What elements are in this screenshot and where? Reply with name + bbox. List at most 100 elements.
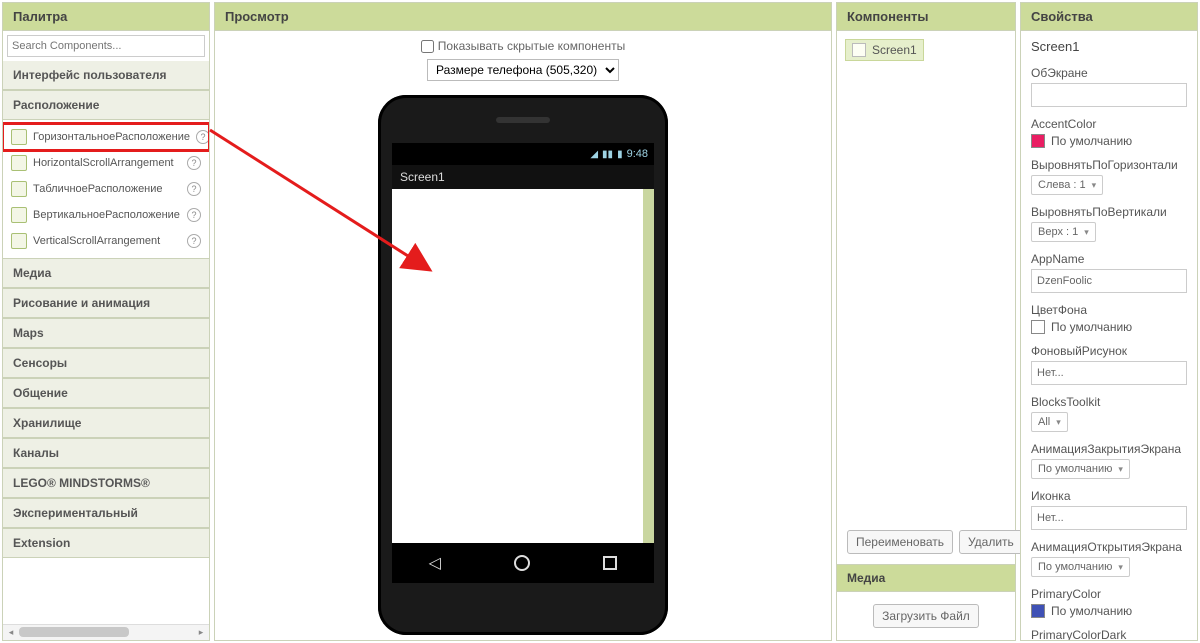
prop-openanim-select[interactable]: По умолчанию [1031,557,1130,577]
prop-bgcolor-value: По умолчанию [1051,320,1132,334]
component-label: Screen1 [872,43,917,57]
show-hidden-label: Показывать скрытые компоненты [438,39,625,53]
design-canvas[interactable] [392,189,654,543]
palette-section-extension[interactable]: Extension [3,528,209,558]
palette-section-channels[interactable]: Каналы [3,438,209,468]
prop-accent-value: По умолчанию [1051,134,1132,148]
prop-appname-input[interactable] [1031,269,1187,293]
prop-icon-input[interactable] [1031,506,1187,530]
prop-accent-picker[interactable]: По умолчанию [1031,134,1187,148]
prop-bgimage-input[interactable] [1031,361,1187,385]
selected-component: Screen1 [1021,31,1197,58]
palette-item-vertical-arrangement[interactable]: ВертикальноеРасположение ? [3,202,209,228]
phone-frame: ◢ ▮▮ ▮ 9:48 Screen1 ◁ [378,95,668,635]
show-hidden-checkbox[interactable]: Показывать скрытые компоненты [421,39,625,53]
prop-primary-value: По умолчанию [1051,604,1132,618]
palette-layout-items: ГоризонтальноеРасположение ? HorizontalS… [3,120,209,258]
status-time: 9:48 [627,148,648,160]
palette-section-lego[interactable]: LEGO® MINDSTORMS® [3,468,209,498]
properties-body: ОбЭкране AccentColor По умолчанию Выровн… [1021,58,1197,640]
prop-alignv-label: ВыровнятьПоВертикали [1031,205,1187,219]
color-swatch-icon [1031,604,1045,618]
properties-panel: Свойства Screen1 ОбЭкране AccentColor По… [1020,2,1198,641]
palette-section-social[interactable]: Общение [3,378,209,408]
help-icon[interactable]: ? [187,208,201,222]
prop-primary-picker[interactable]: По умолчанию [1031,604,1187,618]
palette-item-label: HorizontalScrollArrangement [33,157,181,169]
viewer-controls: Показывать скрытые компоненты Размере те… [215,31,831,95]
rename-button[interactable]: Переименовать [847,530,953,554]
android-navbar: ◁ [392,543,654,583]
wifi-icon: ◢ [590,149,598,160]
prop-closeanim-select[interactable]: По умолчанию [1031,459,1130,479]
palette-item-table-arrangement[interactable]: ТабличноеРасположение ? [3,176,209,202]
palette-section-layout[interactable]: Расположение [3,90,209,120]
scroll-right-icon[interactable]: ▸ [194,625,208,639]
components-title: Компоненты [837,3,1015,31]
prop-blocks-value: All [1038,416,1050,428]
color-swatch-icon [1031,134,1045,148]
prop-closeanim-value: По умолчанию [1038,463,1112,475]
palette-item-horizontal-scroll[interactable]: HorizontalScrollArrangement ? [3,150,209,176]
layout-icon [11,233,27,249]
components-panel: Компоненты Screen1 Переименовать Удалить… [836,2,1016,641]
prop-about-input[interactable] [1031,83,1187,107]
prop-openanim-value: По умолчанию [1038,561,1112,573]
prop-icon-label: Иконка [1031,489,1187,503]
back-icon[interactable]: ◁ [429,553,441,573]
prop-alignh-label: ВыровнятьПоГоризонтали [1031,158,1187,172]
viewer-title: Просмотр [215,3,831,31]
properties-title: Свойства [1021,3,1197,31]
help-icon[interactable]: ? [187,156,201,170]
layout-icon [11,129,27,145]
palette-section-storage[interactable]: Хранилище [3,408,209,438]
prop-alignh-select[interactable]: Слева : 1 [1031,175,1103,195]
upload-file-button[interactable]: Загрузить Файл [873,604,979,628]
component-buttons: Переименовать Удалить [837,520,1015,564]
viewer-panel: Просмотр Показывать скрытые компоненты Р… [214,2,832,641]
show-hidden-input[interactable] [421,40,434,53]
palette-item-vertical-scroll[interactable]: VerticalScrollArrangement ? [3,228,209,254]
signal-icon: ▮▮ [602,149,613,160]
layout-icon [11,155,27,171]
component-tree: Screen1 [837,31,1015,520]
phone-speaker [496,117,550,123]
help-icon[interactable]: ? [196,130,209,144]
prop-closeanim-label: АнимацияЗакрытияЭкрана [1031,442,1187,456]
prop-alignv-value: Верх : 1 [1038,226,1078,238]
prop-about-label: ОбЭкране [1031,66,1187,80]
palette-item-horizontal-arrangement[interactable]: ГоризонтальноеРасположение ? [3,124,209,150]
prop-blocks-label: BlocksToolkit [1031,395,1187,409]
palette-section-maps[interactable]: Maps [3,318,209,348]
prop-primary-label: PrimaryColor [1031,587,1187,601]
palette-item-label: VerticalScrollArrangement [33,235,181,247]
layout-icon [11,181,27,197]
prop-alignv-select[interactable]: Верх : 1 [1031,222,1096,242]
prop-primarydark-label: PrimaryColorDark [1031,628,1187,640]
palette-panel: Палитра Интерфейс пользователя Расположе… [2,2,210,641]
prop-blocks-select[interactable]: All [1031,412,1068,432]
palette-section-media[interactable]: Медиа [3,258,209,288]
prop-accent-label: AccentColor [1031,117,1187,131]
help-icon[interactable]: ? [187,182,201,196]
palette-hscroll[interactable]: ◂ ▸ [3,624,209,640]
phone-preview-area: ◢ ▮▮ ▮ 9:48 Screen1 ◁ [215,95,831,635]
prop-appname-label: AppName [1031,252,1187,266]
phone-screen[interactable]: ◢ ▮▮ ▮ 9:48 Screen1 ◁ [392,143,654,583]
home-icon[interactable] [514,555,530,571]
palette-search-input[interactable] [7,35,205,57]
help-icon[interactable]: ? [187,234,201,248]
recents-icon[interactable] [603,556,617,570]
component-screen1[interactable]: Screen1 [845,39,924,61]
palette-section-drawing[interactable]: Рисование и анимация [3,288,209,318]
palette-accordion: Интерфейс пользователя Расположение Гори… [3,61,209,624]
palette-section-ui[interactable]: Интерфейс пользователя [3,61,209,90]
prop-bgcolor-picker[interactable]: По умолчанию [1031,320,1187,334]
palette-section-sensors[interactable]: Сенсоры [3,348,209,378]
phone-size-select[interactable]: Размере телефона (505,320) [427,59,619,81]
palette-section-experimental[interactable]: Экспериментальный [3,498,209,528]
scroll-thumb[interactable] [19,627,129,637]
screen-icon [852,43,866,57]
scroll-left-icon[interactable]: ◂ [4,625,18,639]
delete-button[interactable]: Удалить [959,530,1023,554]
